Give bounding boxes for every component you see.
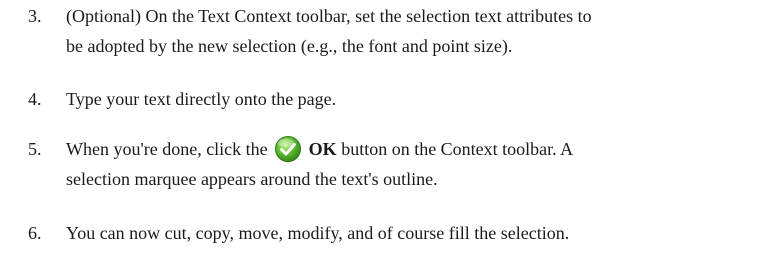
step-text: When you're done, click the OK button on	[66, 134, 766, 194]
step-text-after: button on the Context toolbar. A	[341, 139, 574, 159]
step-text-line: When you're done, click the OK button on	[66, 134, 766, 164]
ok-checkmark-icon	[275, 136, 302, 162]
step-number: 3.	[28, 6, 42, 26]
step-text-line: You can now cut, copy, move, modify, and…	[66, 223, 570, 243]
step-text-line: be adopted by the new selection (e.g., t…	[66, 36, 513, 56]
instruction-steps: 3. (Optional) On the Text Context toolba…	[0, 0, 766, 261]
step-number: 4.	[28, 89, 42, 109]
step-text: (Optional) On the Text Context toolbar, …	[66, 1, 766, 61]
step-text: Type your text directly onto the page.	[66, 84, 766, 114]
step-number: 6.	[28, 223, 42, 243]
step-number: 5.	[28, 139, 42, 159]
step-text: You can now cut, copy, move, modify, and…	[66, 218, 766, 248]
ok-button-label: OK	[308, 139, 337, 159]
step-text-before: When you're done, click the	[66, 139, 268, 159]
step-text-line: selection marquee appears around the tex…	[66, 169, 438, 189]
step-text-line: Type your text directly onto the page.	[66, 89, 337, 109]
step-text-line: (Optional) On the Text Context toolbar, …	[66, 6, 592, 26]
